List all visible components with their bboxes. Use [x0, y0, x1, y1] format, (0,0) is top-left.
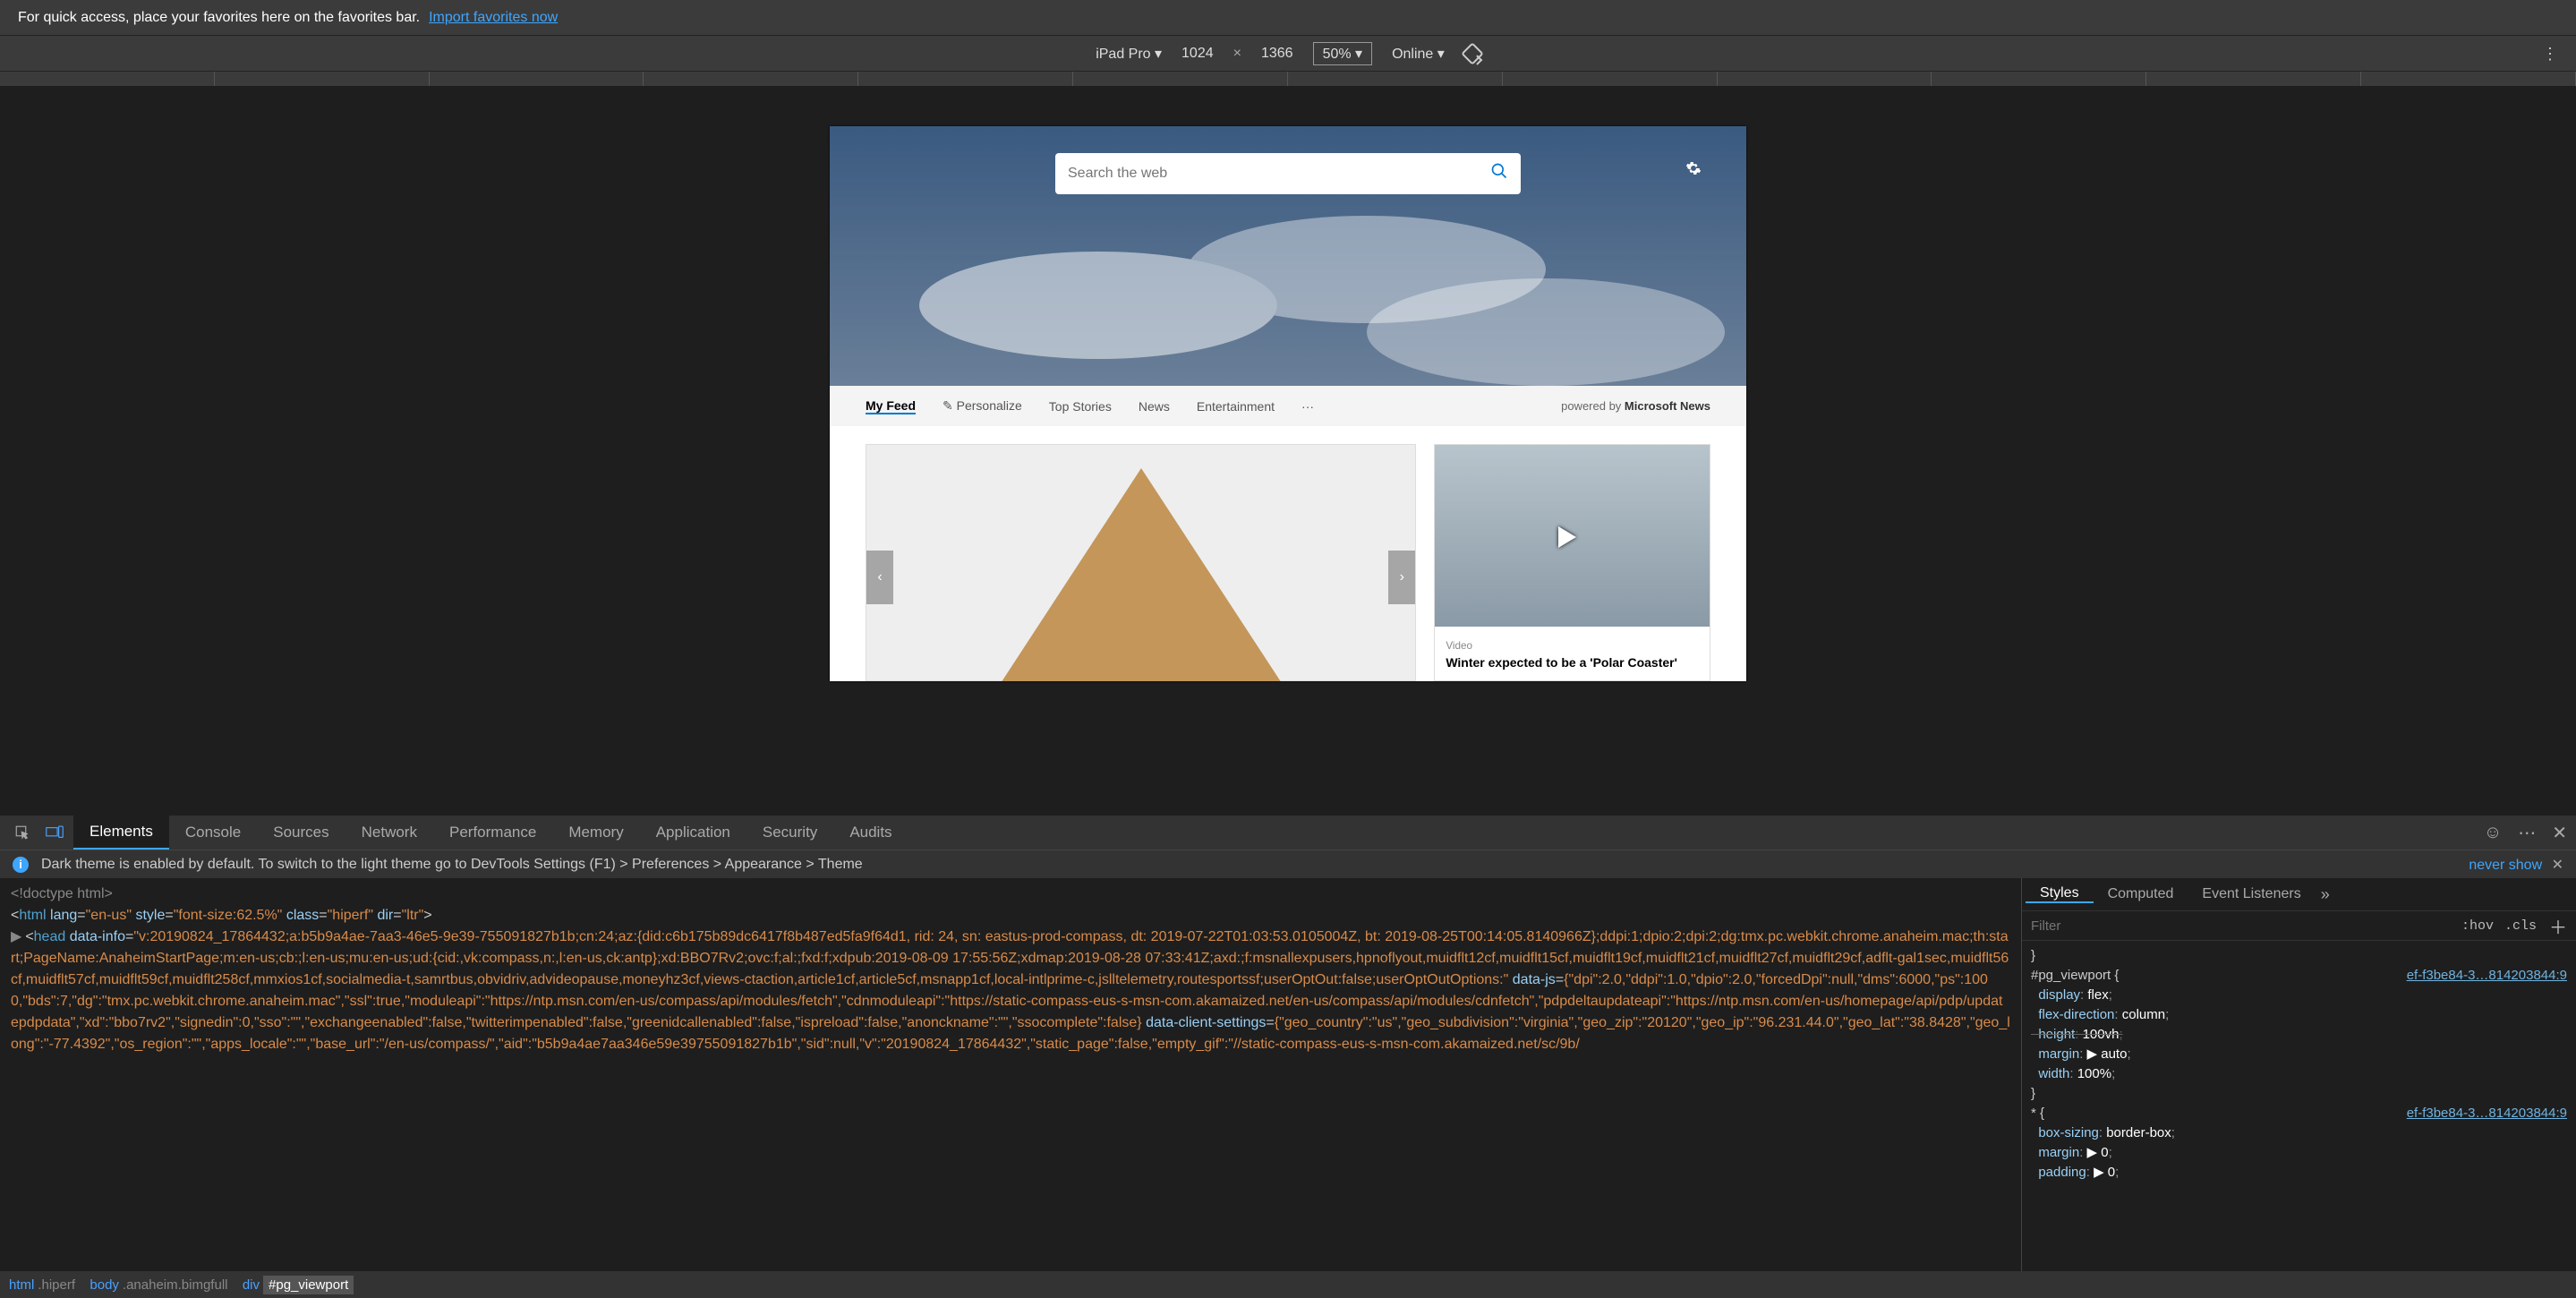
ruler: [0, 72, 2576, 86]
css-property[interactable]: margin: ▶ auto;: [2031, 1045, 2567, 1064]
device-width[interactable]: 1024: [1181, 46, 1214, 62]
dom-doctype: <!doctype html>: [11, 884, 2010, 905]
search-box[interactable]: [1055, 153, 1521, 194]
tab-network[interactable]: Network: [345, 816, 433, 850]
crumb-html[interactable]: html.hiperf: [9, 1277, 79, 1293]
styles-tabs: Styles Computed Event Listeners »: [2022, 878, 2576, 910]
styles-panel: Styles Computed Event Listeners » :hov .…: [2021, 878, 2576, 1271]
rule-selector-2: * {: [2031, 1104, 2044, 1123]
favorites-text: For quick access, place your favorites h…: [18, 10, 420, 26]
feed-tab-news[interactable]: News: [1139, 399, 1170, 414]
search-icon[interactable]: [1490, 162, 1508, 185]
crumb-body[interactable]: body.anaheim.bimgfull: [90, 1277, 231, 1293]
info-text: Dark theme is enabled by default. To swi…: [41, 857, 863, 873]
play-icon[interactable]: [1558, 526, 1576, 548]
tab-audits[interactable]: Audits: [833, 816, 908, 850]
main-story-card[interactable]: ‹ ›: [866, 444, 1416, 681]
feed-tab-personalize[interactable]: ✎ Personalize: [943, 398, 1022, 414]
info-bar: i Dark theme is enabled by default. To s…: [0, 850, 2576, 878]
styles-tab-listeners[interactable]: Event Listeners: [2188, 886, 2315, 902]
styles-filter: :hov .cls ＋: [2022, 910, 2576, 941]
add-rule-icon[interactable]: ＋: [2549, 913, 2567, 939]
video-card[interactable]: Video Winter expected to be a 'Polar Coa…: [1434, 444, 1710, 681]
devtools-lower: <!doctype html> <html lang="en-us" style…: [0, 878, 2576, 1271]
css-property[interactable]: box-sizing: border-box;: [2031, 1123, 2567, 1143]
carousel-next-icon[interactable]: ›: [1388, 551, 1415, 604]
dom-head[interactable]: ▶<head data-info="v:20190824_17864432;a:…: [11, 927, 2010, 1055]
device-select[interactable]: iPad Pro ▾: [1096, 45, 1162, 63]
info-icon: i: [13, 857, 29, 873]
tab-performance[interactable]: Performance: [433, 816, 552, 850]
feed-bar: My Feed ✎ Personalize Top Stories News E…: [830, 386, 1746, 426]
hov-toggle[interactable]: :hov: [2461, 918, 2494, 934]
zoom-select[interactable]: 50% ▾: [1313, 42, 1373, 65]
device-frame: My Feed ✎ Personalize Top Stories News E…: [830, 126, 1746, 681]
elements-panel[interactable]: <!doctype html> <html lang="en-us" style…: [0, 878, 2021, 1271]
food-pyramid-image: [989, 468, 1293, 681]
carousel-prev-icon[interactable]: ‹: [866, 551, 893, 604]
feed-tab-entertainment[interactable]: Entertainment: [1197, 399, 1275, 414]
dismiss-info-icon[interactable]: ✕: [2547, 858, 2563, 873]
search-input[interactable]: [1068, 166, 1490, 182]
network-select[interactable]: Online ▾: [1392, 45, 1445, 63]
tab-security[interactable]: Security: [746, 816, 833, 850]
device-toolbar: iPad Pro ▾ 1024 × 1366 50% ▾ Online ▾ ⋮: [0, 36, 2576, 72]
tab-sources[interactable]: Sources: [257, 816, 345, 850]
tab-application[interactable]: Application: [640, 816, 746, 850]
devtools-tabs: Elements Console Sources Network Perform…: [0, 816, 2576, 850]
dimension-x: ×: [1233, 46, 1241, 62]
styles-rules[interactable]: } #pg_viewport {ef-f3be84-3…814203844:9 …: [2022, 941, 2576, 1271]
dom-html-open: <html lang="en-us" style="font-size:62.5…: [11, 905, 2010, 927]
viewport-area: My Feed ✎ Personalize Top Stories News E…: [0, 86, 2576, 816]
css-property[interactable]: height: 100vh;: [2031, 1025, 2567, 1045]
device-mode-icon[interactable]: [41, 819, 68, 846]
inspect-icon[interactable]: [9, 819, 36, 846]
powered-by: powered by Microsoft News: [1561, 399, 1710, 413]
favorites-bar: For quick access, place your favorites h…: [0, 0, 2576, 36]
rotate-icon[interactable]: [1461, 42, 1483, 64]
tab-console[interactable]: Console: [169, 816, 257, 850]
gear-icon[interactable]: [1685, 160, 1702, 176]
css-property[interactable]: display: flex;: [2031, 986, 2567, 1005]
feedback-icon[interactable]: ☺: [2484, 823, 2502, 843]
video-thumbnail: [1435, 445, 1710, 627]
styles-filter-input[interactable]: [2031, 918, 2451, 934]
feed-tab-top[interactable]: Top Stories: [1049, 399, 1112, 414]
close-devtools-icon[interactable]: ✕: [2552, 822, 2567, 844]
device-height[interactable]: 1366: [1261, 46, 1293, 62]
video-title: Winter expected to be a 'Polar Coaster': [1446, 655, 1699, 670]
import-favorites-link[interactable]: Import favorites now: [429, 10, 558, 26]
dom-breadcrumbs: html.hiperf body.anaheim.bimgfull div#pg…: [0, 1271, 2576, 1298]
video-label: Video: [1446, 640, 1472, 652]
feed-content: ‹ › Video Winter expected to be a 'Polar…: [866, 426, 1710, 681]
tab-memory[interactable]: Memory: [552, 816, 639, 850]
crumb-current[interactable]: div#pg_viewport: [243, 1277, 357, 1293]
feed-tab-myfeed[interactable]: My Feed: [866, 398, 916, 414]
css-property[interactable]: flex-direction: column;: [2031, 1005, 2567, 1025]
feed-tab-more[interactable]: ···: [1301, 399, 1314, 414]
never-show-link[interactable]: never show ✕: [2469, 856, 2563, 874]
rule-selector-1: #pg_viewport {: [2031, 966, 2119, 986]
css-property[interactable]: padding: ▶ 0;: [2031, 1163, 2567, 1183]
styles-tab-styles[interactable]: Styles: [2026, 885, 2094, 903]
css-property[interactable]: width: 100%;: [2031, 1064, 2567, 1084]
video-text: Video Winter expected to be a 'Polar Coa…: [1435, 627, 1710, 680]
rule-source-1[interactable]: ef-f3be84-3…814203844:9: [2407, 966, 2567, 986]
rule-source-2[interactable]: ef-f3be84-3…814203844:9: [2407, 1104, 2567, 1123]
devtools-menu-icon[interactable]: ⋯: [2518, 822, 2536, 844]
cls-toggle[interactable]: .cls: [2504, 918, 2537, 934]
hero-image: [830, 126, 1746, 386]
css-property[interactable]: margin: ▶ 0;: [2031, 1143, 2567, 1163]
device-toolbar-menu-icon[interactable]: ⋮: [2542, 45, 2558, 64]
styles-more-icon[interactable]: »: [2321, 885, 2330, 904]
tab-elements[interactable]: Elements: [73, 816, 169, 850]
styles-tab-computed[interactable]: Computed: [2094, 886, 2188, 902]
